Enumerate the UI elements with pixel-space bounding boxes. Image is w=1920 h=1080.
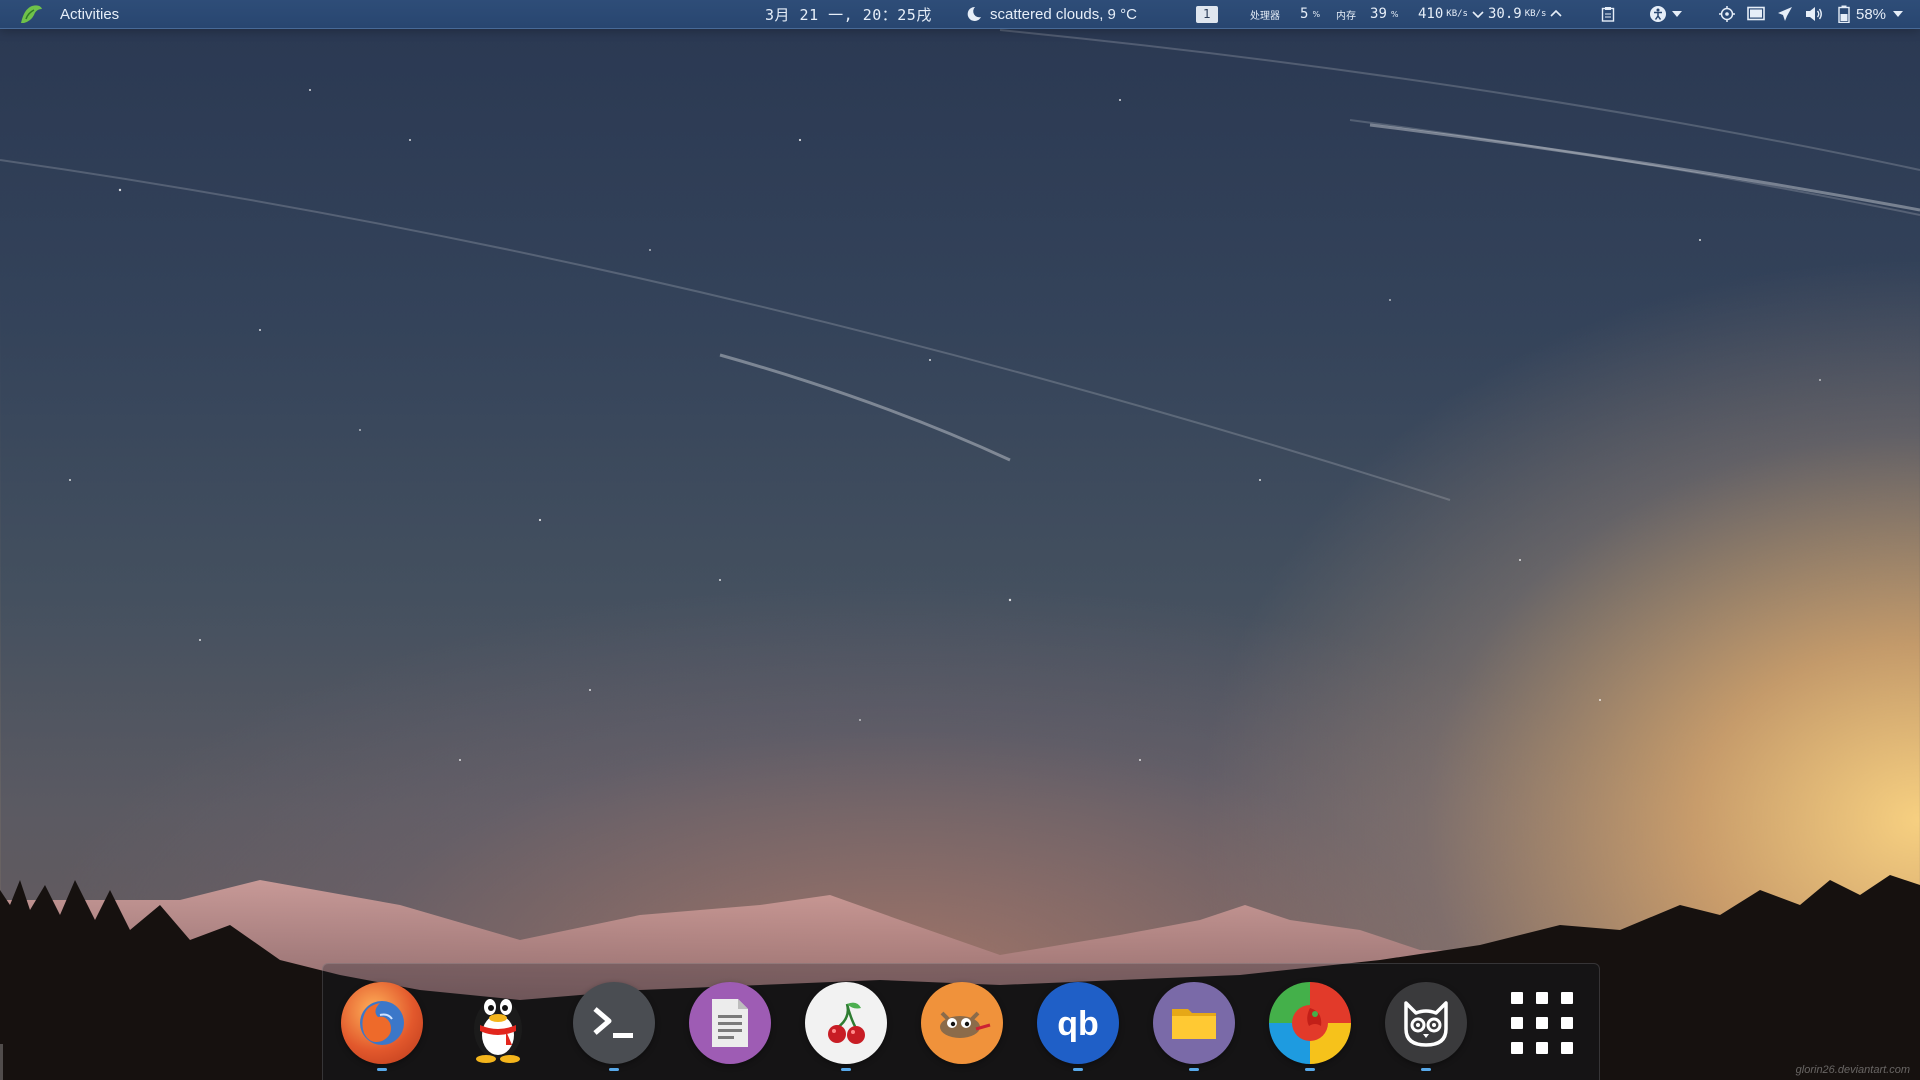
cpu-label: 处理器: [1250, 10, 1280, 22]
system-monitor[interactable]: 处理器 5% 内存 39%: [1250, 0, 1399, 28]
net-down-unit: KB/s: [1446, 9, 1468, 19]
document-icon: [689, 982, 771, 1064]
weather-text: scattered clouds, 9 °C: [990, 5, 1137, 23]
net-up-value: 30.9: [1487, 6, 1522, 22]
dock-item-owl[interactable]: [1384, 981, 1468, 1071]
net-up-unit: KB/s: [1524, 9, 1547, 19]
distro-logo-icon[interactable]: [18, 0, 44, 28]
moon-cloud-icon: [964, 4, 984, 24]
accessibility-menu[interactable]: [1648, 0, 1684, 28]
weather-indicator[interactable]: scattered clouds, 9 °C: [964, 0, 1137, 28]
chevron-down-icon: [1471, 4, 1485, 24]
running-indicator: [377, 1068, 387, 1071]
dock: qb: [322, 963, 1600, 1080]
airplane-mode-icon: [1775, 4, 1795, 24]
dock-item-shotwell[interactable]: [1268, 981, 1352, 1071]
clock[interactable]: 3月 21 一, 20：25戌: [765, 0, 932, 28]
running-indicator: [1189, 1068, 1199, 1071]
chevron-up-icon: [1549, 4, 1563, 24]
battery-percent: 58%: [1856, 5, 1887, 23]
accessibility-icon: [1648, 4, 1668, 24]
mem-unit: %: [1390, 9, 1399, 19]
shotwell-icon: [1269, 982, 1351, 1064]
dock-item-cherry[interactable]: [804, 981, 888, 1071]
dock-item-files[interactable]: [1152, 981, 1236, 1071]
running-indicator: [1073, 1068, 1083, 1071]
folder-icon: [1153, 982, 1235, 1064]
svg-text:qb: qb: [1057, 1005, 1099, 1043]
dock-item-firefox[interactable]: [340, 981, 424, 1071]
dock-item-text-editor[interactable]: [688, 981, 772, 1065]
dock-item-qq[interactable]: [456, 981, 540, 1065]
network-speed[interactable]: 410 KB/s 30.9 KB/s: [1418, 0, 1563, 28]
clipboard-icon: [1598, 4, 1618, 24]
net-down-value: 410: [1418, 6, 1444, 22]
chevron-down-icon: [1892, 4, 1904, 24]
chevron-down-icon: [1670, 4, 1684, 24]
cpu-value: 5: [1300, 6, 1309, 22]
cpu-unit: %: [1312, 9, 1321, 19]
owl-icon: [1385, 982, 1467, 1064]
qbittorrent-icon: qb: [1037, 982, 1119, 1064]
clipboard-indicator[interactable]: [1598, 0, 1618, 28]
gimp-icon: [921, 982, 1003, 1064]
app-grid-icon: [1511, 992, 1573, 1054]
show-applications-button[interactable]: [1500, 981, 1584, 1065]
top-panel: Activities 3月 21 一, 20：25戌 scattered clo…: [0, 0, 1920, 29]
terminal-icon: [573, 982, 655, 1064]
desktop-edge: [0, 1044, 3, 1080]
qq-penguin-icon: [457, 982, 539, 1064]
system-tray[interactable]: [1717, 0, 1824, 28]
running-indicator: [1305, 1068, 1315, 1071]
running-indicator: [841, 1068, 851, 1071]
volume-icon: [1804, 4, 1824, 24]
wallpaper: [0, 29, 1920, 1080]
dock-item-qbittorrent[interactable]: qb: [1036, 981, 1120, 1071]
firefox-icon: [341, 982, 423, 1064]
display-icon: [1746, 4, 1766, 24]
activities-button[interactable]: Activities: [60, 0, 119, 28]
running-indicator: [609, 1068, 619, 1071]
mem-label: 内存: [1336, 10, 1357, 22]
location-icon: [1717, 4, 1737, 24]
mem-value: 39: [1370, 6, 1387, 22]
dock-item-gimp[interactable]: [920, 981, 1004, 1065]
battery-menu[interactable]: 58%: [1838, 0, 1904, 28]
wallpaper-watermark: glorin26.deviantart.com: [1795, 1064, 1910, 1076]
workspace-number: 1: [1196, 5, 1218, 23]
workspace-indicator[interactable]: 1: [1196, 0, 1218, 28]
dock-item-terminal[interactable]: [572, 981, 656, 1071]
cherry-icon: [805, 982, 887, 1064]
running-indicator: [1421, 1068, 1431, 1071]
battery-icon: [1838, 4, 1850, 24]
